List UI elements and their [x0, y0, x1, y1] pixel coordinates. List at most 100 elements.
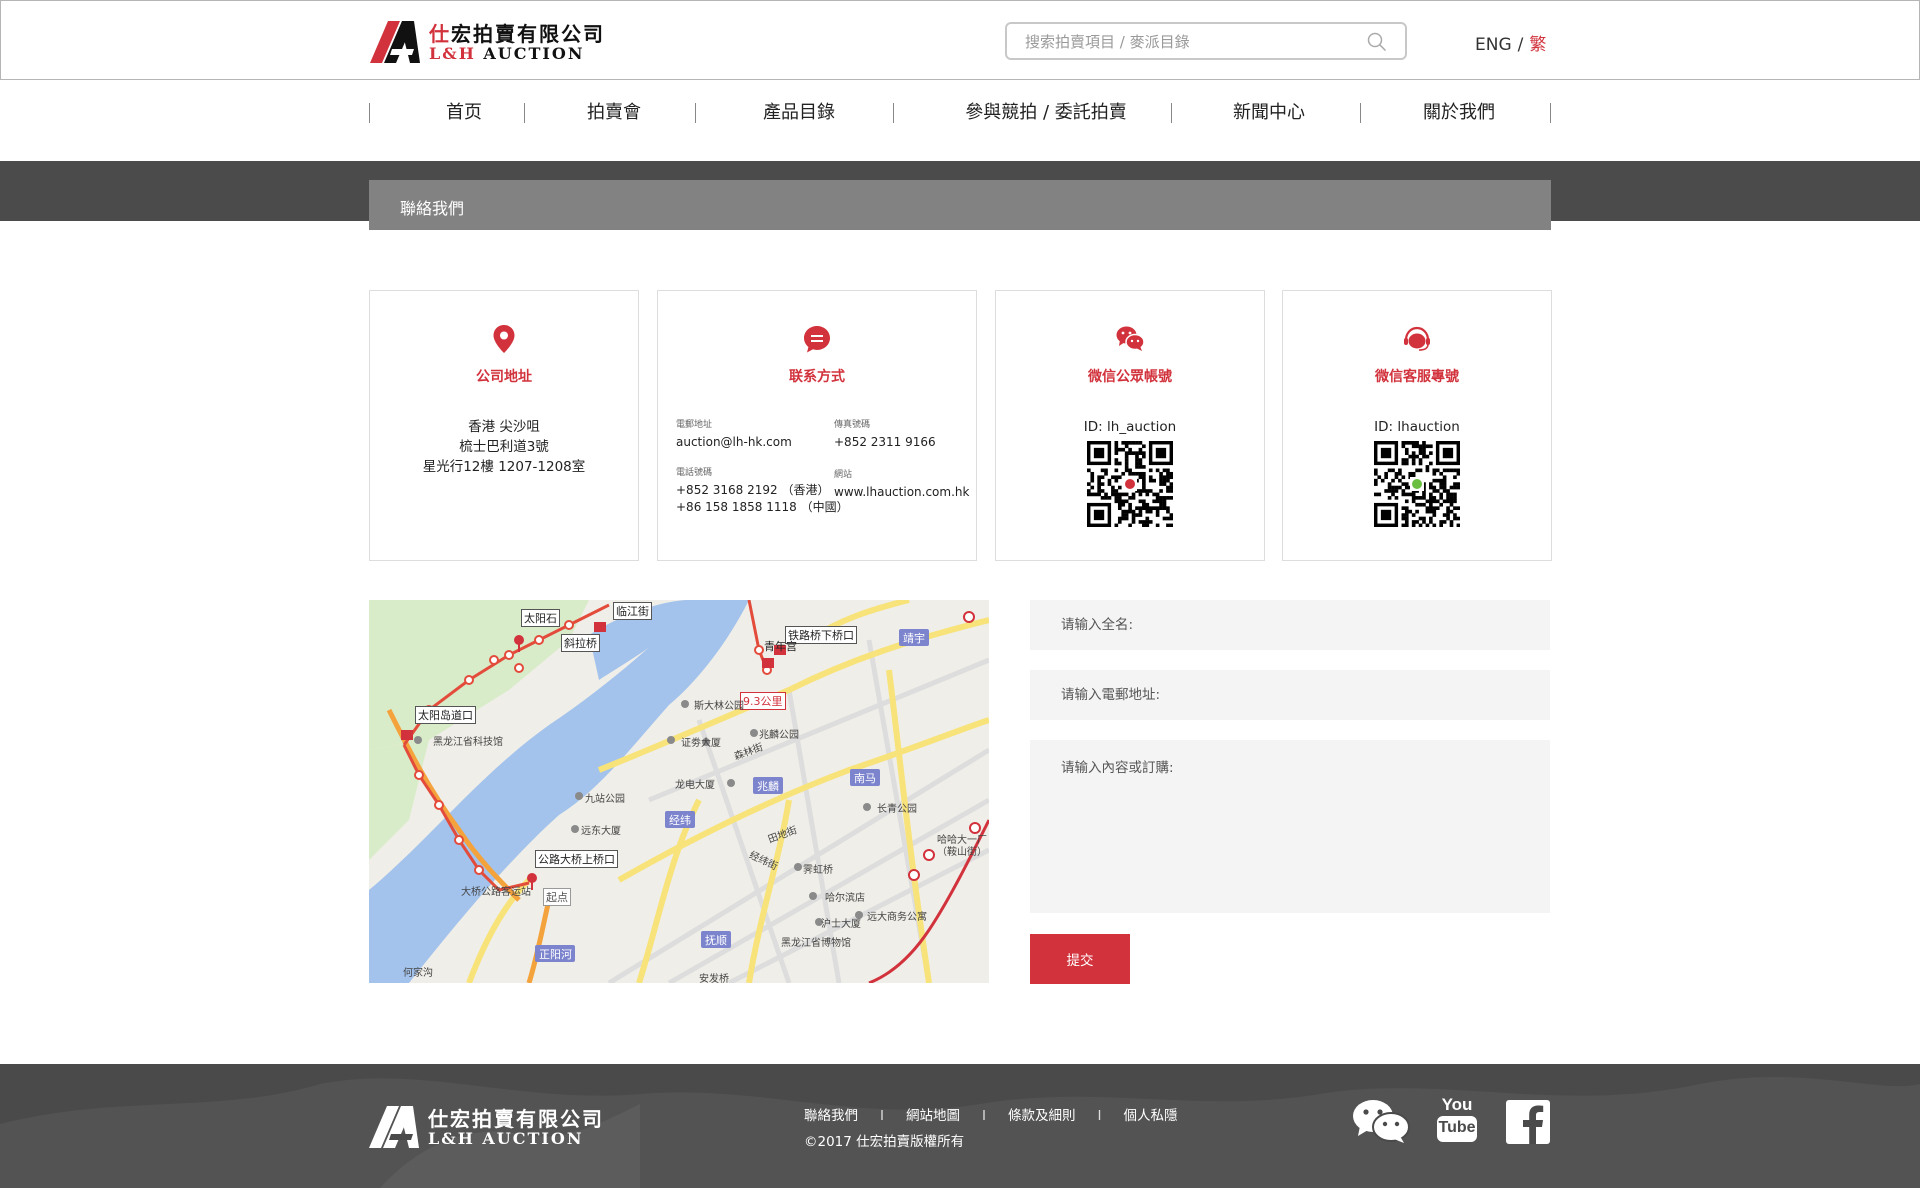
- map-label: 沪士大厦: [821, 919, 861, 930]
- wechat-social-icon[interactable]: [1352, 1098, 1410, 1144]
- fax-block: 傳真號碼 +852 2311 9166: [834, 417, 936, 451]
- map-label: 兆麟公园: [759, 730, 799, 741]
- lang-traditional-link[interactable]: 繁: [1529, 35, 1546, 55]
- nav-item-bid-consign[interactable]: 參與競拍 / 委託拍賣: [941, 100, 1151, 126]
- address-line: 香港 尖沙咀: [468, 419, 540, 435]
- map-label: 斯大林公园: [694, 701, 744, 712]
- footer-logo-cn: 仕宏拍賣有限公司: [428, 1107, 604, 1131]
- wechat-icon: [1116, 326, 1145, 351]
- footer-link-separator: I: [880, 1108, 884, 1124]
- logo-en-text: L&H AUCTION: [429, 44, 585, 63]
- nav-item-catalogue[interactable]: 產品目錄: [744, 100, 854, 126]
- search-input[interactable]: [1025, 31, 1355, 53]
- footer-logo-en: L&H AUCTION: [428, 1129, 584, 1148]
- phone-cn-value: +86 158 1858 1118 （中國）: [676, 500, 849, 514]
- address-card-title: 公司地址: [476, 369, 532, 385]
- email-block: 電郵地址 auction@lh-hk.com: [676, 417, 792, 451]
- address-line: 星光行12樓 1207-1208室: [422, 459, 586, 475]
- wechat-public-id: ID: lh_auction: [1083, 419, 1177, 435]
- contact-card: 联系方式 電郵地址 auction@lh-hk.com 傳真號碼 +852 23…: [657, 290, 977, 561]
- map-label: 哈哈大一厂（鞍山街）: [937, 835, 987, 858]
- map-label: 远东大厦: [581, 826, 621, 837]
- footer-link-privacy[interactable]: 個人私隱: [1123, 1108, 1177, 1124]
- website-link[interactable]: www.lhauction.com.hk: [834, 484, 969, 501]
- map-label: 兆麟: [757, 780, 779, 793]
- nav-item-about[interactable]: 關於我們: [1404, 100, 1514, 126]
- phone-label: 電話號碼: [676, 468, 713, 478]
- submit-button[interactable]: 提交: [1030, 934, 1130, 984]
- wechat-public-card: 微信公眾帳號 ID: lh_auction: [995, 290, 1265, 561]
- chat-bubble-icon: [804, 326, 830, 353]
- logo-cn-text: 仕宏拍賣有限公司: [429, 22, 605, 46]
- nav-divider: [524, 103, 525, 123]
- map-label: 靖宇: [903, 632, 925, 645]
- map-label: 临江街: [613, 602, 652, 620]
- footer-link-separator: I: [1097, 1108, 1102, 1124]
- map-graphic: [369, 600, 989, 983]
- map-label: 黑龙江省博物馆: [781, 938, 851, 949]
- footer-link-terms[interactable]: 條款及細則: [1008, 1108, 1076, 1124]
- youtube-you-text: You: [1441, 1095, 1473, 1114]
- footer-links: 聯絡我們 I 網站地圖 I 條款及細則 I 個人私隱: [804, 1104, 1177, 1124]
- footer-logo[interactable]: 仕宏拍賣有限公司 L&H AUCTION: [369, 1106, 609, 1148]
- wechat-public-title: 微信公眾帳號: [1088, 369, 1172, 385]
- nav-item-auctions[interactable]: 拍賣會: [574, 100, 654, 126]
- map-label: 远大商务公寓: [867, 912, 927, 923]
- map-label: 证劵大厦: [681, 738, 721, 749]
- lang-english-link[interactable]: ENG: [1475, 35, 1512, 55]
- wechat-service-qr-code: [1374, 441, 1460, 527]
- map-label: 大桥公路客运站: [461, 887, 531, 898]
- website-label: 網站: [834, 470, 853, 480]
- map-label: 太阳岛道口: [415, 706, 476, 724]
- email-link[interactable]: auction@lh-hk.com: [676, 434, 792, 451]
- youtube-tube-text: Tube: [1437, 1116, 1477, 1142]
- email-input[interactable]: [1030, 670, 1550, 720]
- main-nav: 首页 拍賣會 產品目錄 參與競拍 / 委託拍賣 新聞中心 關於我們: [369, 100, 1551, 126]
- site-footer: 仕宏拍賣有限公司 L&H AUCTION 聯絡我們 I 網站地圖 I 條款及細則 I 個人私…: [0, 1064, 1920, 1188]
- map-label: 南马: [854, 772, 876, 785]
- wechat-service-title: 微信客服專號: [1375, 369, 1459, 385]
- footer-link-sitemap[interactable]: 網站地圖: [906, 1108, 960, 1124]
- message-textarea[interactable]: [1030, 740, 1550, 913]
- site-header: 仕宏拍賣有限公司 L&H AUCTION ENG/繁: [0, 0, 1920, 80]
- logo-cn-rest: 宏拍賣有限公司: [451, 22, 605, 46]
- footer-landscape-background: [0, 1076, 1920, 1188]
- footer-link-contact[interactable]: 聯絡我們: [804, 1108, 858, 1124]
- address-card: 公司地址 香港 尖沙咀 梳士巴利道3號 星光行12樓 1207-1208室: [369, 290, 639, 561]
- map-label: 经纬: [669, 814, 691, 827]
- nav-item-home[interactable]: 首页: [429, 100, 499, 126]
- location-map[interactable]: 太阳石 临江街 斜拉桥 铁路桥下桥口 青年宫 太阳岛道口 9.3公里 公路大桥上…: [369, 600, 989, 983]
- full-name-input[interactable]: [1030, 600, 1550, 650]
- lang-separator: /: [1517, 35, 1524, 55]
- contact-card-title: 联系方式: [789, 369, 845, 385]
- site-logo[interactable]: 仕宏拍賣有限公司 L&H AUCTION: [370, 21, 610, 63]
- nav-item-news[interactable]: 新聞中心: [1214, 100, 1324, 126]
- map-label: 哈尔滨店: [825, 893, 865, 904]
- fax-value: +852 2311 9166: [834, 435, 936, 449]
- copyright-text: ©2017 仕宏拍賣版權所有: [804, 1134, 965, 1150]
- nav-divider: [369, 103, 370, 123]
- youtube-social-icon[interactable]: You Tube: [1437, 1096, 1477, 1144]
- map-label: 黑龙江省科技馆: [433, 737, 503, 748]
- nav-divider: [1360, 103, 1361, 123]
- footer-link-separator: I: [981, 1108, 986, 1124]
- map-label: 安发桥: [699, 974, 729, 983]
- wechat-service-card: 微信客服專號 ID: lhauction: [1282, 290, 1552, 561]
- language-switcher: ENG / 繁: [1475, 30, 1546, 55]
- map-label: 霁虹桥: [803, 865, 833, 876]
- page-title: 聯絡我們: [400, 199, 465, 218]
- nav-divider: [1171, 103, 1172, 123]
- search-box: [1005, 22, 1407, 60]
- wechat-service-id: ID: lhauction: [1374, 419, 1460, 435]
- location-pin-icon: [493, 325, 515, 353]
- map-label: 何家沟: [403, 968, 433, 979]
- map-label: 公路大桥上桥口: [535, 850, 618, 868]
- search-icon[interactable]: [1367, 32, 1387, 52]
- facebook-social-icon[interactable]: [1506, 1100, 1550, 1144]
- map-label: 抚顺: [705, 934, 727, 947]
- address-text: 香港 尖沙咀 梳士巴利道3號 星光行12樓 1207-1208室: [370, 417, 638, 477]
- map-label: 青年宫: [764, 640, 797, 653]
- nav-divider: [1550, 103, 1551, 123]
- nav-divider: [695, 103, 696, 123]
- email-label: 電郵地址: [676, 420, 713, 430]
